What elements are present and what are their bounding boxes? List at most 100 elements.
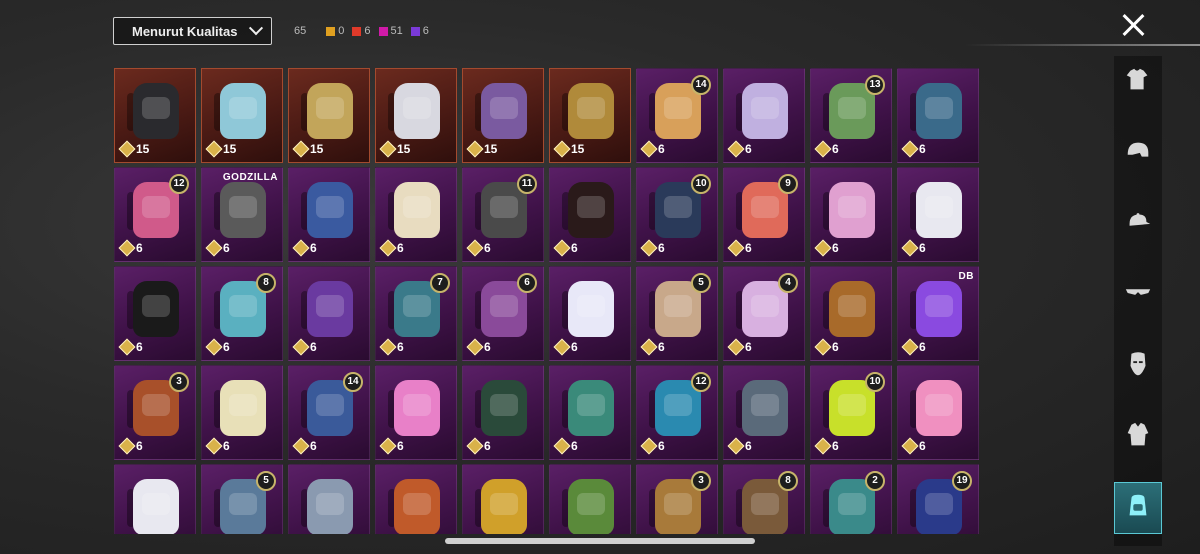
price-value: 6: [310, 439, 317, 453]
backpack-item-card[interactable]: 6: [201, 365, 283, 460]
backpack-item-card[interactable]: 15: [549, 68, 631, 163]
price-value: 15: [310, 142, 324, 156]
backpack-item-card[interactable]: 36: [636, 464, 718, 534]
backpack-item-card[interactable]: 10 6: [636, 167, 718, 262]
backpack-item-card[interactable]: 36: [114, 365, 196, 460]
price-value: 15: [397, 142, 411, 156]
backpack-item-card[interactable]: 6: [375, 464, 457, 534]
backpack-icon: [1123, 491, 1153, 526]
backpack-item-card[interactable]: 6: [288, 167, 370, 262]
backpack-item-card[interactable]: 15: [114, 68, 196, 163]
backpack-item-card[interactable]: 66: [462, 266, 544, 361]
backpack-item-card[interactable]: 6: [375, 365, 457, 460]
backpack-item-card[interactable]: 6: [897, 68, 979, 163]
backpack-item-card[interactable]: DB 6: [897, 266, 979, 361]
currency-icon: [553, 338, 571, 356]
backpack-item-card[interactable]: 6: [549, 167, 631, 262]
item-price: 15: [205, 140, 236, 158]
backpack-item-card[interactable]: 196: [897, 464, 979, 534]
backpack-item-card[interactable]: 6: [375, 167, 457, 262]
backpack-item-card[interactable]: 6: [897, 167, 979, 262]
item-price: 6: [466, 239, 491, 257]
backpack-item-card[interactable]: 86: [201, 266, 283, 361]
backpack-item-card[interactable]: 6: [462, 464, 544, 534]
backpack-item-card[interactable]: GODZILLA 6: [201, 167, 283, 262]
backpack-item-card[interactable]: 6: [723, 365, 805, 460]
currency-icon: [205, 437, 223, 455]
backpack-item-card[interactable]: 15: [288, 68, 370, 163]
currency-icon: [118, 239, 136, 257]
quality-count-chip: 6: [352, 25, 371, 37]
backpack-item-card[interactable]: 15: [462, 68, 544, 163]
item-price: 6: [901, 140, 926, 158]
item-price: 6: [553, 239, 578, 257]
backpack-item-card[interactable]: 15: [201, 68, 283, 163]
backpack-item-card[interactable]: 6: [549, 266, 631, 361]
level-badge: 12: [169, 174, 189, 194]
backpack-item-card[interactable]: 86: [723, 464, 805, 534]
currency-icon: [466, 437, 484, 455]
backpack-item-card[interactable]: 96: [723, 167, 805, 262]
backpack-item-card[interactable]: 6: [810, 266, 892, 361]
backpack-item-card[interactable]: 6: [723, 68, 805, 163]
price-value: 6: [484, 439, 491, 453]
shirt-icon: [1123, 65, 1153, 100]
home-indicator[interactable]: [445, 538, 755, 544]
backpack-item-card[interactable]: 10 6: [810, 365, 892, 460]
backpack-item-card[interactable]: 6: [288, 464, 370, 534]
backpack-item-card[interactable]: 15: [375, 68, 457, 163]
backpack-item-card[interactable]: 46: [723, 266, 805, 361]
item-price: 6: [640, 239, 665, 257]
backpack-item-card[interactable]: 6: [114, 464, 196, 534]
backpack-item-card[interactable]: 26: [810, 464, 892, 534]
currency-icon: [292, 239, 310, 257]
currency-icon: [727, 239, 745, 257]
backpack-icon: [394, 182, 440, 238]
price-value: 6: [397, 241, 404, 255]
level-badge: 7: [430, 273, 450, 293]
backpack-item-card[interactable]: 12 6: [114, 167, 196, 262]
item-price: 6: [379, 338, 404, 356]
item-price: 6: [118, 437, 143, 455]
price-value: 6: [397, 439, 404, 453]
price-value: 6: [658, 241, 665, 255]
sidebar-tab-jacket[interactable]: [1114, 411, 1162, 463]
item-price: 6: [814, 338, 839, 356]
backpack-item-card[interactable]: 6: [114, 266, 196, 361]
sidebar-tab-glasses[interactable]: [1114, 269, 1162, 321]
backpack-item-card[interactable]: 6: [810, 167, 892, 262]
price-value: 6: [919, 142, 926, 156]
backpack-item-card[interactable]: 14 6: [288, 365, 370, 460]
backpack-item-card[interactable]: 11 6: [462, 167, 544, 262]
sidebar-tab-backpack[interactable]: [1114, 482, 1162, 534]
backpack-item-card[interactable]: 12 6: [636, 365, 718, 460]
backpack-item-card[interactable]: 76: [375, 266, 457, 361]
item-price: 6: [205, 338, 230, 356]
backpack-item-card[interactable]: 6: [897, 365, 979, 460]
sidebar-tab-shirt[interactable]: [1114, 56, 1162, 108]
backpack-item-card[interactable]: 14 6: [636, 68, 718, 163]
total-count: 65: [294, 25, 307, 37]
item-price: 6: [118, 239, 143, 257]
backpack-item-card[interactable]: 6: [288, 266, 370, 361]
currency-icon: [205, 239, 223, 257]
backpack-item-card[interactable]: 6: [549, 464, 631, 534]
backpack-item-card[interactable]: 6: [462, 365, 544, 460]
item-price: 15: [118, 140, 149, 158]
backpack-item-card[interactable]: 6: [549, 365, 631, 460]
sort-dropdown[interactable]: Menurut Kualitas: [113, 17, 272, 45]
sidebar-tab-mask[interactable]: [1114, 340, 1162, 392]
close-button[interactable]: [1118, 10, 1148, 40]
sidebar-tab-cap[interactable]: [1114, 198, 1162, 250]
backpack-item-card[interactable]: 56: [201, 464, 283, 534]
sidebar-tab-helmet[interactable]: [1114, 127, 1162, 179]
level-badge: 5: [691, 273, 711, 293]
top-toolbar: Menurut Kualitas 65 0 6 51 6: [113, 16, 431, 46]
backpack-icon: [481, 380, 527, 436]
backpack-item-card[interactable]: 13 6: [810, 68, 892, 163]
price-value: 6: [745, 142, 752, 156]
currency-icon: [814, 437, 832, 455]
backpack-icon: [568, 281, 614, 337]
backpack-item-card[interactable]: 56: [636, 266, 718, 361]
level-badge: 14: [343, 372, 363, 392]
